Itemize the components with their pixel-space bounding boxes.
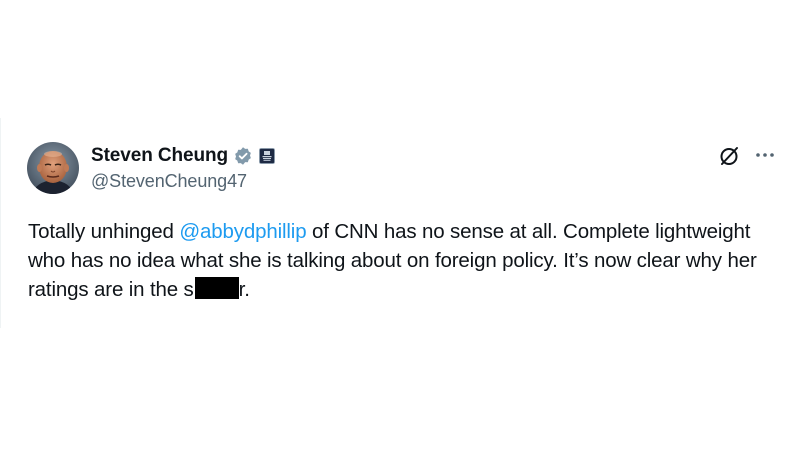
tweet-card[interactable]: Steven Cheung @StevenCheung47 Totally un… [0, 118, 800, 328]
avatar-photo [27, 142, 79, 194]
tweet-text: Totally unhinged @abbydphillip of CNN ha… [28, 217, 788, 304]
tweet-text-part: Totally unhinged [28, 220, 180, 243]
mention-link[interactable]: @abbydphillip [179, 220, 306, 243]
display-name[interactable]: Steven Cheung [91, 145, 228, 167]
author-header: Steven Cheung @StevenCheung47 [91, 144, 275, 192]
name-row: Steven Cheung [91, 144, 275, 168]
verified-badge-icon[interactable] [233, 146, 253, 166]
tweet-text-part: r. [238, 278, 250, 301]
affiliate-badge-icon[interactable] [259, 148, 275, 164]
avatar[interactable] [27, 142, 79, 194]
card-border [0, 118, 1, 328]
user-handle[interactable]: @StevenCheung47 [91, 171, 275, 192]
redaction-bar [194, 277, 239, 299]
more-options-icon[interactable] [753, 145, 777, 167]
grok-icon[interactable] [718, 145, 740, 167]
